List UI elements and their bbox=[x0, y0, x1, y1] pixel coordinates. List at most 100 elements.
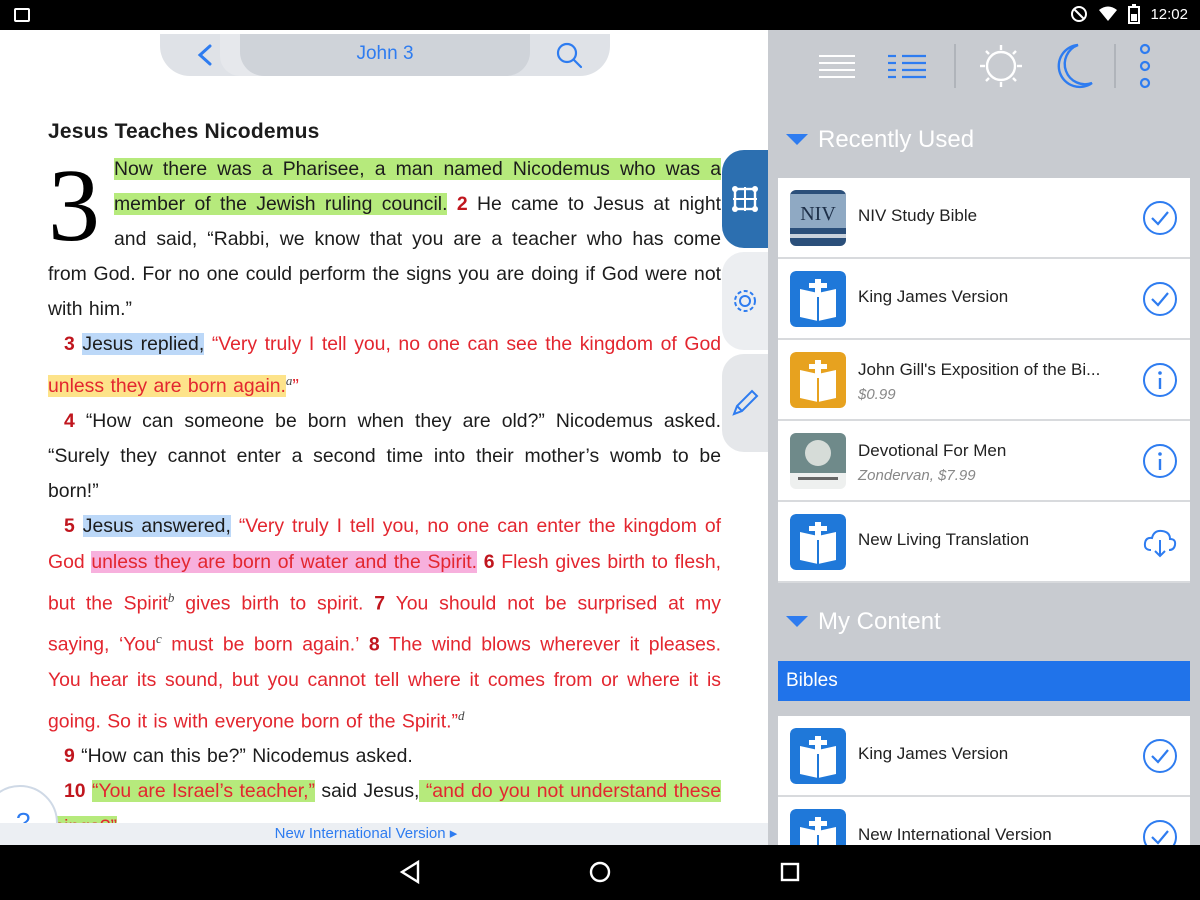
words-of-christ[interactable]: gives birth to spirit. bbox=[174, 592, 363, 614]
status-bar: 12:02 bbox=[0, 0, 1200, 30]
panel-toolbar bbox=[768, 30, 1200, 102]
item-title: King James Version bbox=[858, 744, 1009, 763]
verse-number[interactable]: 4 bbox=[64, 410, 75, 432]
toolbar-divider bbox=[1114, 44, 1116, 88]
highlighted-words-of-christ[interactable]: unless they are born of water and the Sp… bbox=[91, 550, 478, 573]
check-icon[interactable] bbox=[1142, 281, 1178, 317]
my-content-header[interactable]: My Content bbox=[778, 586, 1190, 658]
footnote-marker[interactable]: d bbox=[458, 708, 465, 723]
paragraph: 4 “How can someone be born when they are… bbox=[48, 404, 721, 509]
item-title: New Living Translation bbox=[858, 530, 1030, 549]
do-not-disturb-icon bbox=[1071, 6, 1088, 22]
item-title: King James Version bbox=[858, 287, 1009, 306]
collapse-triangle-icon bbox=[786, 616, 808, 627]
verse-text[interactable]: said Jesus, bbox=[315, 780, 419, 802]
side-tab-strip bbox=[722, 150, 768, 452]
battery-icon bbox=[1128, 4, 1141, 24]
library-panel: Recently Used NIV NIV Study Bible King Jam… bbox=[768, 30, 1200, 845]
day-mode-button[interactable] bbox=[976, 40, 1026, 92]
scripture-text: Jesus Teaches Nicodemus 3 Now there was a… bbox=[48, 120, 721, 845]
check-icon[interactable] bbox=[1142, 200, 1178, 236]
list-item[interactable]: New International Version bbox=[778, 797, 1190, 845]
list-item[interactable]: Devotional For Men Zondervan, $7.99 bbox=[778, 421, 1190, 502]
info-icon[interactable] bbox=[1142, 443, 1178, 479]
bible-app-icon bbox=[790, 809, 846, 845]
more-vertical-icon bbox=[1139, 43, 1151, 89]
paragraph: 9 “How can this be?” Nicodemus asked. bbox=[48, 739, 721, 774]
verse-number[interactable]: 2 bbox=[457, 193, 468, 215]
item-title: New International Version bbox=[858, 825, 1052, 844]
check-icon[interactable] bbox=[1142, 738, 1178, 774]
pencil-icon bbox=[732, 389, 759, 416]
svg-text:NIV: NIV bbox=[800, 203, 836, 225]
cloud-download-icon[interactable] bbox=[1142, 524, 1178, 560]
toolbar-divider bbox=[954, 44, 956, 88]
back-triangle-icon[interactable] bbox=[396, 857, 426, 887]
night-mode-button[interactable] bbox=[1048, 40, 1098, 92]
section-heading: Jesus Teaches Nicodemus bbox=[48, 120, 320, 143]
gear-icon bbox=[734, 290, 756, 312]
recently-used-list: NIV NIV Study Bible King James Version John… bbox=[778, 178, 1190, 583]
verse-number[interactable]: 3 bbox=[64, 333, 75, 355]
highlighted-words-of-christ[interactable]: unless they are born again. bbox=[48, 375, 286, 398]
list-item[interactable]: King James Version bbox=[778, 259, 1190, 340]
detail-view-button[interactable] bbox=[882, 40, 932, 92]
highlighted-text[interactable]: Jesus replied, bbox=[82, 333, 205, 356]
version-label[interactable]: New International Version ▸ bbox=[275, 825, 458, 842]
paragraph: 5 Jesus answered, “Very truly I tell you… bbox=[48, 509, 721, 739]
item-title: NIV Study Bible bbox=[858, 206, 978, 225]
verse-text[interactable]: “How can this be?” Nicodemus asked. bbox=[75, 745, 413, 767]
chapter-number: 3 bbox=[48, 148, 100, 263]
list-item[interactable]: John Gill's Exposition of the Bi... $0.99 bbox=[778, 340, 1190, 421]
version-selector[interactable]: New International Version ▸ bbox=[0, 823, 768, 845]
item-title: John Gill's Exposition of the Bi... bbox=[858, 360, 1101, 379]
words-of-christ[interactable]: “Very truly I tell you, no one can see t… bbox=[204, 333, 721, 355]
section-label: My Content bbox=[818, 608, 941, 635]
tab-notes[interactable] bbox=[722, 354, 768, 452]
list-item[interactable]: New Living Translation bbox=[778, 502, 1190, 583]
niv-cover: NIV bbox=[790, 190, 846, 246]
item-subtitle: $0.99 bbox=[858, 386, 896, 403]
verse-number[interactable]: 6 bbox=[477, 551, 495, 573]
chapter-title-button[interactable]: John 3 bbox=[310, 43, 460, 65]
category-label: Bibles bbox=[786, 670, 838, 691]
sun-icon bbox=[980, 45, 1022, 87]
highlighted-text[interactable]: Jesus answered, bbox=[82, 515, 231, 538]
verse-number[interactable]: 8 bbox=[359, 634, 380, 656]
verse-number[interactable]: 9 bbox=[64, 745, 75, 767]
list-item[interactable]: King James Version bbox=[778, 716, 1190, 797]
bible-app-icon bbox=[790, 514, 846, 570]
info-icon[interactable] bbox=[1142, 362, 1178, 398]
check-icon[interactable] bbox=[1142, 819, 1178, 845]
tab-resources[interactable] bbox=[722, 150, 768, 248]
verse-text[interactable]: “How can someone be born when they are o… bbox=[48, 410, 721, 502]
verse-number[interactable]: 7 bbox=[363, 592, 385, 614]
home-circle-icon[interactable] bbox=[585, 857, 615, 887]
words-of-christ[interactable]: must be born again.’ bbox=[162, 634, 359, 656]
recently-used-header[interactable]: Recently Used bbox=[778, 104, 1190, 176]
highlighted-words-of-christ[interactable]: “You are Israel’s teacher,” bbox=[92, 780, 315, 803]
bible-reader: John 3 Jesus Teaches Nicodemus 3 Now ther… bbox=[0, 30, 768, 845]
reader-top-nav: John 3 bbox=[160, 34, 610, 76]
tab-settings[interactable] bbox=[722, 252, 768, 350]
verse-number[interactable]: 10 bbox=[64, 780, 86, 802]
section-label: Recently Used bbox=[818, 126, 975, 153]
bible-app-icon bbox=[790, 271, 846, 327]
list-view-button[interactable] bbox=[812, 40, 862, 92]
android-nav-bar bbox=[0, 845, 1200, 900]
list-item[interactable]: NIV NIV Study Bible bbox=[778, 178, 1190, 259]
gallery-notification-icon bbox=[14, 8, 30, 22]
back-chevron-icon[interactable] bbox=[190, 38, 220, 72]
more-options-button[interactable] bbox=[1120, 40, 1170, 92]
bible-app-icon-gold bbox=[790, 352, 846, 408]
item-subtitle: Zondervan, $7.99 bbox=[858, 467, 976, 484]
search-icon[interactable] bbox=[552, 38, 586, 72]
bibles-category-bar[interactable]: Bibles bbox=[778, 661, 1190, 701]
resources-icon bbox=[732, 186, 758, 212]
recents-square-icon[interactable] bbox=[775, 857, 805, 887]
devotional-cover bbox=[790, 433, 846, 489]
words-of-christ[interactable]: ” bbox=[292, 375, 298, 397]
verse-number[interactable]: 5 bbox=[64, 515, 75, 537]
paragraph: 3 Now there was a Pharisee, a man named N… bbox=[48, 152, 721, 327]
paragraph: 3 Jesus replied, “Very truly I tell you,… bbox=[48, 327, 721, 404]
